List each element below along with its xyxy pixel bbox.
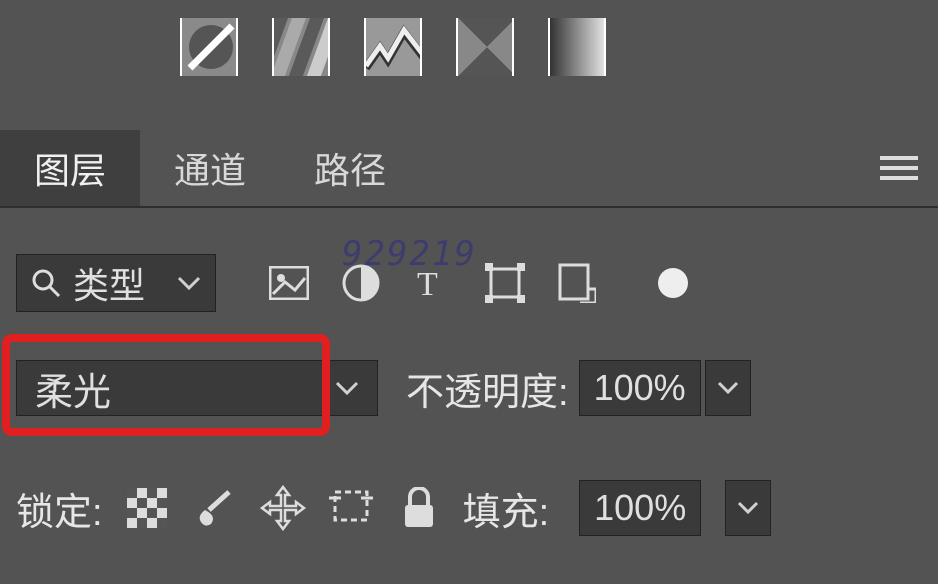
tab-channels[interactable]: 通道 bbox=[140, 130, 280, 206]
chevron-down-icon bbox=[737, 501, 759, 515]
lock-brush-icon[interactable] bbox=[191, 484, 239, 532]
panel-menu-icon[interactable] bbox=[860, 130, 938, 206]
watermark-text: 929219 bbox=[342, 234, 477, 274]
lock-transparent-icon[interactable] bbox=[123, 484, 171, 532]
search-icon bbox=[31, 268, 61, 298]
tab-paths[interactable]: 路径 bbox=[280, 130, 420, 206]
blend-row: 柔光 不透明度: 100% bbox=[0, 338, 938, 438]
opacity-dropdown[interactable] bbox=[705, 360, 751, 416]
search-type-dropdown[interactable]: 类型 bbox=[16, 254, 216, 312]
preset-pattern-thumb[interactable] bbox=[364, 18, 422, 76]
filter-smart-icon[interactable] bbox=[556, 262, 598, 304]
preset-tri-thumb[interactable] bbox=[456, 18, 514, 76]
search-type-label: 类型 bbox=[73, 257, 145, 309]
fill-label: 填充: bbox=[463, 481, 550, 536]
filter-type-icons: T bbox=[268, 262, 688, 304]
filter-toggle[interactable] bbox=[658, 268, 688, 298]
blend-mode-value: 柔光 bbox=[35, 361, 111, 416]
filter-pixel-icon[interactable] bbox=[268, 262, 310, 304]
preset-row bbox=[180, 18, 606, 76]
lock-label: 锁定: bbox=[16, 481, 103, 536]
lock-move-icon[interactable] bbox=[259, 484, 307, 532]
preset-grad2-thumb[interactable] bbox=[548, 18, 606, 76]
fill-dropdown[interactable] bbox=[725, 480, 771, 536]
fill-value-field[interactable]: 100% bbox=[579, 480, 701, 536]
filter-shape-icon[interactable] bbox=[484, 262, 526, 304]
tab-layers[interactable]: 图层 bbox=[0, 130, 140, 206]
preset-solid-thumb[interactable] bbox=[180, 18, 238, 76]
lock-artboard-icon[interactable] bbox=[327, 484, 375, 532]
blend-mode-dropdown[interactable]: 柔光 bbox=[16, 360, 378, 416]
lock-row: 锁定: 填充: 100% bbox=[16, 480, 926, 536]
opacity-value-field[interactable]: 100% bbox=[579, 360, 701, 416]
opacity-label: 不透明度: bbox=[406, 361, 569, 416]
chevron-down-icon bbox=[717, 381, 739, 395]
lock-all-icon[interactable] bbox=[395, 484, 443, 532]
chevron-down-icon bbox=[177, 275, 201, 291]
preset-gradient-thumb[interactable] bbox=[272, 18, 330, 76]
chevron-down-icon bbox=[335, 380, 359, 396]
panel-tabs: 图层 通道 路径 bbox=[0, 130, 938, 208]
